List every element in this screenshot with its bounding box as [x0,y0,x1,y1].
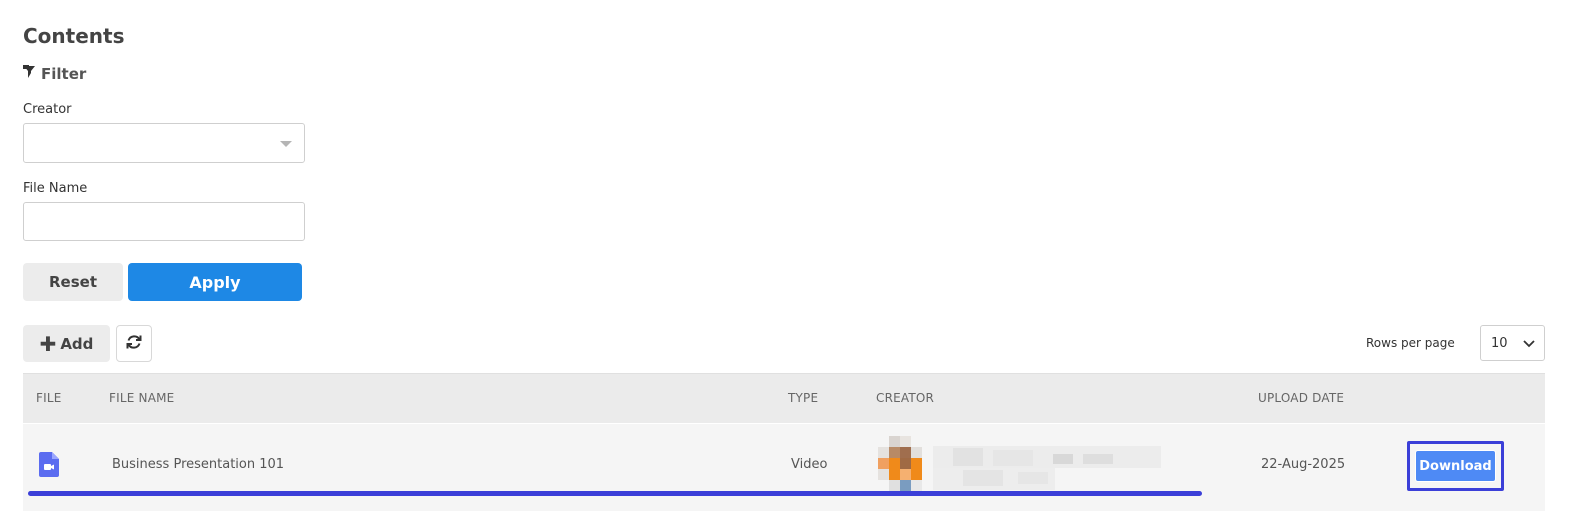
upload-date-cell: 22-Aug-2025 [1261,457,1346,472]
table-row[interactable]: Business Presentation 101 Video 22-Aug-2… [23,424,1545,511]
chevron-down-icon [1522,336,1536,354]
rows-per-page-select[interactable]: 10 [1480,325,1545,361]
column-header-type[interactable]: TYPE [788,391,818,405]
reset-button[interactable]: Reset [23,263,123,301]
caret-down-icon [280,141,292,147]
file-name-input[interactable] [23,202,305,241]
creator-label: Creator [23,102,72,117]
plus-icon: ✚ [39,331,57,356]
creator-select[interactable] [23,123,305,163]
add-button-label: Add [60,334,94,353]
video-file-icon [39,452,59,477]
creator-avatar [878,436,922,492]
apply-button[interactable]: Apply [128,263,302,301]
filter-icon [23,65,36,83]
rows-per-page-label: Rows per page [1366,336,1455,350]
row-highlight-underline [28,491,1202,496]
table-header: FILE FILE NAME TYPE CREATOR UPLOAD DATE [23,373,1545,423]
column-header-creator[interactable]: CREATOR [876,391,934,405]
refresh-button[interactable] [116,325,152,362]
rows-per-page-value: 10 [1491,335,1508,351]
file-name-cell: Business Presentation 101 [112,457,285,472]
column-header-upload-date[interactable]: UPLOAD DATE [1258,391,1344,405]
file-name-label: File Name [23,181,88,196]
download-button[interactable]: Download [1415,450,1496,482]
creator-name-redacted [933,446,1161,490]
download-highlight: Download [1407,441,1504,491]
add-button[interactable]: ✚ Add [23,325,110,362]
type-cell: Video [791,457,828,472]
column-header-file[interactable]: FILE [36,391,62,405]
page-title: Contents [23,24,125,48]
refresh-icon [125,333,143,355]
filter-heading: Filter [23,65,86,83]
filter-label: Filter [41,65,87,83]
column-header-file-name[interactable]: FILE NAME [109,391,174,405]
